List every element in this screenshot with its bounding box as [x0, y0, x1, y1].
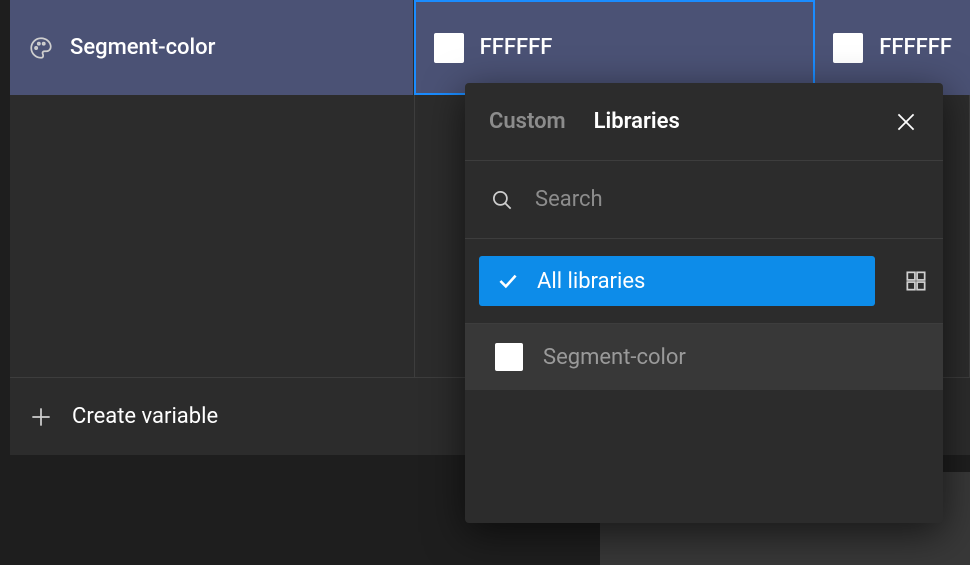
tab-custom[interactable]: Custom — [489, 109, 566, 134]
popover-tabs: Custom Libraries — [489, 109, 680, 134]
tab-libraries[interactable]: Libraries — [594, 109, 680, 134]
search-input[interactable] — [535, 187, 919, 212]
search-icon — [489, 187, 515, 213]
color-swatch — [833, 33, 863, 63]
variable-row[interactable]: Segment-color FFFFFF FFFFFF — [10, 0, 970, 95]
close-icon[interactable] — [893, 109, 919, 135]
variable-name-label: Segment-color — [70, 35, 215, 60]
create-variable-label: Create variable — [72, 404, 218, 429]
variable-value-cell-2[interactable]: FFFFFF — [815, 0, 970, 95]
color-hex-label: FFFFFF — [879, 35, 952, 60]
color-swatch — [495, 343, 523, 371]
popover-search-row — [465, 161, 943, 239]
scope-dropdown[interactable]: All libraries — [479, 256, 875, 306]
library-variable-label: Segment-color — [543, 345, 686, 370]
plus-icon — [28, 404, 54, 430]
variable-name-cell[interactable]: Segment-color — [10, 0, 414, 95]
palette-icon — [28, 35, 54, 61]
library-variable-item[interactable]: Segment-color — [465, 324, 943, 390]
variable-value-cell-1[interactable]: FFFFFF — [414, 0, 816, 95]
color-swatch — [434, 33, 464, 63]
grid-view-icon[interactable] — [903, 268, 929, 294]
check-icon — [495, 268, 521, 294]
library-popover: Custom Libraries All libraries Segment-c… — [465, 83, 943, 523]
popover-header: Custom Libraries — [465, 83, 943, 161]
scope-label: All libraries — [537, 269, 645, 294]
color-hex-label: FFFFFF — [480, 35, 553, 60]
scope-row: All libraries — [465, 239, 943, 324]
